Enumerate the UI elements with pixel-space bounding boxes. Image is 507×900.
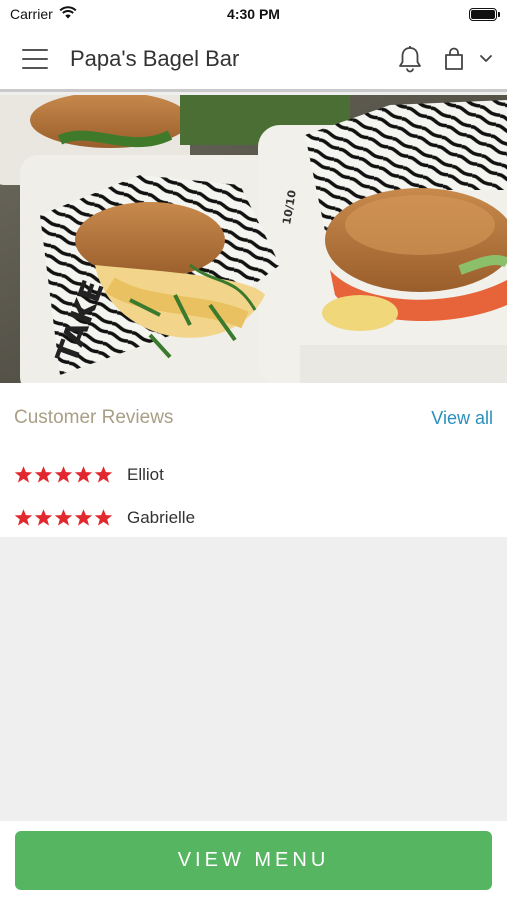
carrier-label: Carrier [10,6,53,22]
cart-button[interactable] [443,44,493,74]
star-icon [94,509,113,526]
shopping-bag-icon [445,47,463,70]
star-icon [14,466,33,483]
review-item[interactable]: Elliot [14,453,493,496]
chevron-down-icon [480,54,492,62]
hero-food-illustration: 10/10 TAKE [0,95,507,383]
star-icon [54,466,73,483]
status-bar: Carrier 4:30 PM [0,0,507,28]
reviews-header: Customer Reviews View all [14,383,493,453]
reviewer-name: Gabrielle [127,507,196,527]
bell-icon [399,45,421,72]
notifications-button[interactable] [395,44,425,74]
bottom-bar: VIEW MENU [0,821,507,900]
star-icon [14,509,33,526]
star-icon [74,509,93,526]
hamburger-menu-icon[interactable] [22,48,48,69]
hero-image: 10/10 TAKE [0,95,507,383]
star-rating [14,465,113,484]
app-header: Papa's Bagel Bar [0,28,507,92]
battery-icon [469,7,500,21]
status-left: Carrier [10,6,77,22]
page-title: Papa's Bagel Bar [70,45,240,71]
wifi-icon [59,6,77,22]
star-rating [14,508,113,527]
star-icon [94,466,113,483]
star-icon [74,466,93,483]
reviews-title: Customer Reviews [14,407,174,428]
reviewer-name: Elliot [127,464,164,484]
view-all-reviews-link[interactable]: View all [431,408,493,429]
star-icon [34,509,53,526]
star-icon [34,466,53,483]
customer-reviews-section: Customer Reviews View all Elliot Gabriel… [0,383,507,537]
star-icon [54,509,73,526]
review-item[interactable]: Gabrielle [14,496,493,539]
header-actions [395,44,493,74]
view-menu-button[interactable]: VIEW MENU [15,831,492,890]
